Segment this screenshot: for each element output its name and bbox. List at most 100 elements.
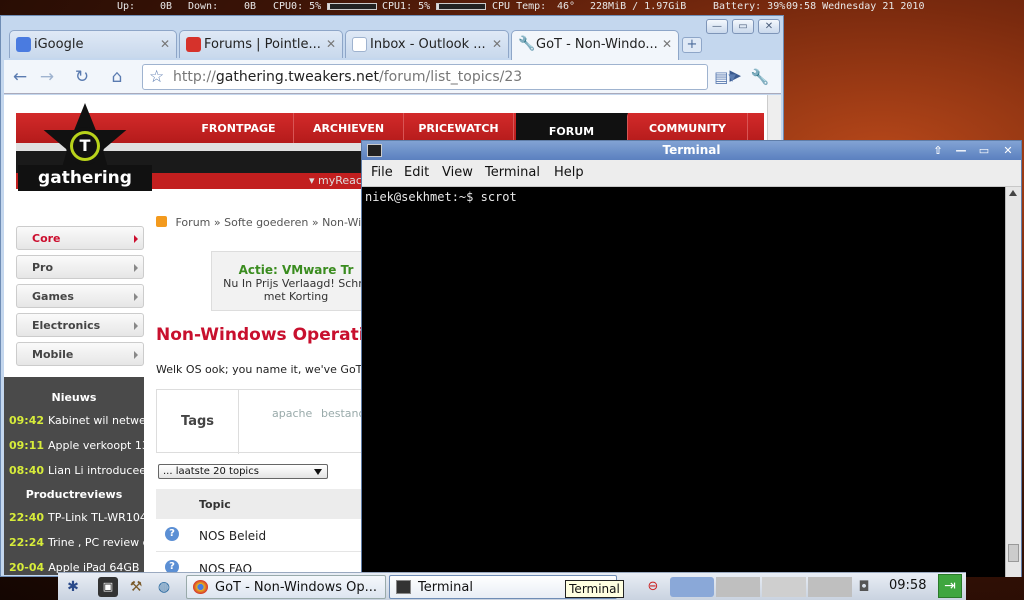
menu-terminal[interactable]: Terminal xyxy=(485,165,540,180)
menu-edit[interactable]: Edit xyxy=(404,165,429,180)
close-icon[interactable]: ✕ xyxy=(999,143,1017,158)
tab-close-icon[interactable]: ✕ xyxy=(326,37,336,51)
advertisement[interactable]: Actie: VMware Tr Nu In Prijs Verlaagd! S… xyxy=(211,251,381,311)
news-item[interactable]: 09:11Apple verkoopt 131 xyxy=(9,439,144,452)
cpu0-bar-fill xyxy=(328,4,331,9)
news-panel: Nieuws 09:42Kabinet wil netwerkr 09:11Ap… xyxy=(4,377,144,575)
google-icon xyxy=(16,37,31,52)
logout-icon[interactable]: ⇥ xyxy=(938,574,962,598)
tab-close-icon[interactable]: ✕ xyxy=(662,37,672,51)
review-item[interactable]: 22:24Trine , PC review do xyxy=(9,536,144,549)
tab-got-non-windows[interactable]: 🔧 GoT - Non-Windo... ✕ xyxy=(511,30,679,60)
terminal-title: Terminal xyxy=(662,143,721,157)
wrench-menu-icon[interactable]: 🔧▾ xyxy=(749,66,771,108)
maximize-icon[interactable]: ▭ xyxy=(975,143,993,158)
no-entry-icon[interactable]: ⊖ xyxy=(643,577,663,597)
tab-igoogle[interactable]: iGoogle ✕ xyxy=(9,30,177,58)
net-down-value: 0B xyxy=(244,1,257,12)
news-item[interactable]: 09:42Kabinet wil netwerkr xyxy=(9,414,144,427)
terminal-launcher-icon[interactable]: ▣ xyxy=(98,577,118,597)
ad-title: Actie: VMware Tr xyxy=(238,263,354,277)
gathering-logo[interactable]: T gathering xyxy=(18,103,152,213)
workspace-2[interactable] xyxy=(716,577,760,597)
address-bar[interactable]: ☆ http://gathering.tweakers.net/forum/li… xyxy=(142,64,741,90)
minimize-icon[interactable]: — xyxy=(952,143,970,158)
nav-frontpage[interactable]: FRONTPAGE xyxy=(184,113,294,143)
sidebar-item-core[interactable]: Core xyxy=(16,226,144,250)
back-icon[interactable]: ← xyxy=(9,66,31,88)
page-menu-icon[interactable]: ▤▾ xyxy=(714,66,736,88)
settings-launcher-icon[interactable]: ⚒ xyxy=(126,577,146,597)
nav-pricewatch[interactable]: PRICEWATCH xyxy=(404,113,514,143)
reload-icon[interactable]: ↻ xyxy=(71,66,93,88)
terminal-titlebar[interactable]: Terminal ⇧ — ▭ ✕ xyxy=(362,141,1021,160)
task-chrome[interactable]: GoT - Non-Windows Op... xyxy=(186,575,386,599)
taskbar: ✱ ▣ ⚒ ◍ GoT - Non-Windows Op... Terminal… xyxy=(58,572,966,600)
logo-wordmark: gathering xyxy=(18,165,152,191)
cpu-temp-label: CPU Temp: xyxy=(492,1,547,12)
minimize-button[interactable]: — xyxy=(706,19,728,34)
tab-pointless-forums[interactable]: Forums | Pointle... ✕ xyxy=(179,30,343,58)
sidebar-item-games[interactable]: Games xyxy=(16,284,144,308)
review-text: TP-Link TL-WR1043 xyxy=(48,511,144,524)
news-item[interactable]: 08:40Lian Li introduceert xyxy=(9,464,144,477)
forward-icon[interactable]: → xyxy=(36,66,58,88)
url-prefix: http:// xyxy=(173,69,216,85)
home-icon[interactable]: ⌂ xyxy=(106,66,128,88)
nav-community[interactable]: COMMUNITY xyxy=(628,113,748,143)
sidebar-item-pro[interactable]: Pro xyxy=(16,255,144,279)
tag-link[interactable]: bestand xyxy=(321,407,366,420)
breadcrumb-softe-goederen[interactable]: Softe goederen xyxy=(224,216,308,229)
bookmark-star-icon[interactable]: ☆ xyxy=(149,67,164,87)
tab-label: iGoogle xyxy=(34,37,84,52)
review-text: Trine , PC review do xyxy=(48,536,144,549)
breadcrumb: Forum » Softe goederen » Non-Win xyxy=(156,216,368,229)
menu-file[interactable]: File xyxy=(371,165,393,180)
chrome-icon xyxy=(193,580,208,594)
table-row[interactable]: ? NOS Beleid xyxy=(156,520,381,552)
nav-archieven[interactable]: ARCHIEVEN xyxy=(294,113,404,143)
sidebar-item-label: Games xyxy=(32,290,74,303)
cpu1-bar xyxy=(436,3,486,10)
terminal-scrollbar[interactable] xyxy=(1005,187,1021,577)
topic-count-select[interactable]: ... laatste 20 topics xyxy=(158,464,328,479)
rss-icon[interactable] xyxy=(156,216,167,227)
tags-label: Tags xyxy=(181,414,215,429)
tab-close-icon[interactable]: ✕ xyxy=(160,37,170,51)
myreact-menu[interactable]: ▾ myReact xyxy=(309,174,366,187)
nav-forum[interactable]: FORUM xyxy=(516,113,628,143)
terminal-output[interactable]: niek@sekhmet:~$ scrot xyxy=(362,187,1005,577)
workspace-1[interactable] xyxy=(670,577,714,597)
menu-help[interactable]: Help xyxy=(554,165,584,180)
maximize-button[interactable]: ▭ xyxy=(732,19,754,34)
taskbar-clock: 09:58 xyxy=(889,578,927,593)
net-up-value: 0B xyxy=(160,1,173,12)
tab-close-icon[interactable]: ✕ xyxy=(492,37,502,51)
logo-ring: T xyxy=(66,127,104,165)
scroll-up-icon[interactable] xyxy=(1009,190,1017,196)
cpu1-bar-fill xyxy=(437,4,440,9)
chevron-right-icon xyxy=(134,351,138,359)
workspace-3[interactable] xyxy=(762,577,806,597)
tab-outlook-inbox[interactable]: Inbox - Outlook ... ✕ xyxy=(345,30,509,58)
close-window-button[interactable]: ✕ xyxy=(758,19,780,34)
workspace-4[interactable] xyxy=(808,577,852,597)
cpu0-bar xyxy=(327,3,377,10)
camera-icon[interactable]: ◘ xyxy=(854,577,874,597)
app-menu-icon[interactable]: ✱ xyxy=(63,577,83,597)
news-text: Kabinet wil netwerkr xyxy=(48,414,144,427)
browser-toolbar: ← → ↻ ⌂ ☆ http://gathering.tweakers.net/… xyxy=(4,60,781,108)
topic-title[interactable]: NOS Beleid xyxy=(199,529,266,543)
review-item[interactable]: 22:40 TP-Link TL-WR1043 xyxy=(9,511,144,524)
breadcrumb-forum[interactable]: Forum xyxy=(176,216,211,229)
tag-link[interactable]: apache xyxy=(272,407,312,420)
new-tab-button[interactable]: + xyxy=(682,37,702,53)
tab-label: Inbox - Outlook ... xyxy=(370,37,486,52)
sidebar-item-mobile[interactable]: Mobile xyxy=(16,342,144,366)
sidebar-item-electronics[interactable]: Electronics xyxy=(16,313,144,337)
url-path: /forum/list_topics/23 xyxy=(379,69,523,85)
menu-view[interactable]: View xyxy=(442,165,473,180)
shade-icon[interactable]: ⇧ xyxy=(929,143,947,158)
scroll-thumb[interactable] xyxy=(1008,544,1019,562)
browser-launcher-icon[interactable]: ◍ xyxy=(154,577,174,597)
